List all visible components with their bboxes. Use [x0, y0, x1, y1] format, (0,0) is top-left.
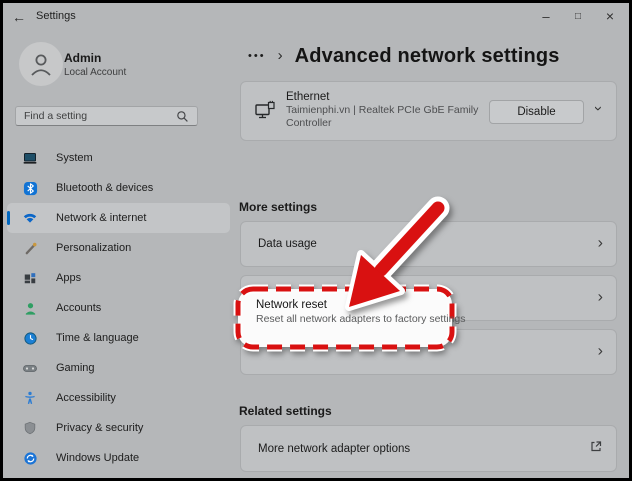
chevron-down-icon[interactable]: ›: [590, 106, 607, 111]
breadcrumb-ellipsis-button[interactable]: •••: [248, 50, 266, 62]
wifi-icon: [22, 210, 38, 226]
minimize-button[interactable]: –: [530, 4, 562, 28]
sidebar-item-accessibility[interactable]: Accessibility: [7, 383, 230, 413]
settings-window: ← Settings – □ × Admin Local Account Fin…: [0, 0, 632, 481]
network-reset-label: Network reset: [256, 299, 327, 311]
sidebar-item-apps[interactable]: Apps: [7, 263, 230, 293]
apps-grid-icon: [22, 270, 38, 286]
sidebar-item-privacy-security[interactable]: Privacy & security: [7, 413, 230, 443]
avatar[interactable]: [19, 42, 63, 86]
sidebar-item-windows-update[interactable]: Windows Update: [7, 443, 230, 473]
sidebar-item-accounts[interactable]: Accounts: [7, 293, 230, 323]
window-controls: – □ ×: [530, 4, 626, 28]
ethernet-title: Ethernet: [286, 91, 330, 103]
chevron-right-icon: ›: [597, 342, 603, 360]
search-placeholder: Find a setting: [24, 110, 88, 122]
sidebar-item-time-language[interactable]: Time & language: [7, 323, 230, 353]
section-heading-related-settings: Related settings: [239, 404, 332, 418]
breadcrumb-separator-icon: ›: [277, 46, 283, 64]
row-data-usage[interactable]: Data usage ›: [240, 221, 617, 267]
page-title: Advanced network settings: [294, 44, 560, 67]
gamepad-icon: [22, 360, 38, 376]
main-content: ••• › Advanced network settings Ethernet…: [236, 34, 632, 481]
ethernet-subtitle: Taimienphi.vn | Realtek PCIe GbE Family …: [286, 104, 479, 129]
sidebar: Admin Local Account Find a setting Syste…: [0, 34, 236, 481]
search-input[interactable]: Find a setting: [15, 106, 198, 126]
network-reset-sublabel: Reset all network adapters to factory se…: [256, 313, 466, 325]
window-title: Settings: [36, 10, 76, 22]
sidebar-item-personalization[interactable]: Personalization: [7, 233, 230, 263]
sidebar-item-bluetooth[interactable]: Bluetooth & devices: [7, 173, 230, 203]
shield-icon: [22, 420, 38, 436]
ethernet-adapter-icon: [254, 100, 277, 128]
sidebar-item-gaming[interactable]: Gaming: [7, 353, 230, 383]
section-heading-more-settings: More settings: [239, 200, 318, 214]
clock-icon: [22, 330, 38, 346]
network-reset-highlight-text[interactable]: Network reset Reset all network adapters…: [256, 299, 466, 325]
row-more-network-adapter-options[interactable]: More network adapter options: [240, 425, 617, 472]
back-button[interactable]: ←: [10, 8, 28, 26]
user-name: Admin: [64, 51, 102, 65]
external-link-icon: [589, 439, 603, 458]
breadcrumb: ••• › Advanced network settings: [248, 40, 560, 72]
selected-indicator: [7, 211, 10, 225]
titlebar: ← Settings – □ ×: [0, 0, 632, 34]
system-icon: [22, 150, 38, 166]
brush-icon: [22, 240, 38, 256]
search-icon: [177, 110, 188, 122]
sidebar-item-network-internet[interactable]: Network & internet: [7, 203, 230, 233]
update-icon: [22, 450, 38, 466]
close-button[interactable]: ×: [594, 4, 626, 28]
chevron-right-icon: ›: [597, 234, 603, 252]
ethernet-card: Ethernet Taimienphi.vn | Realtek PCIe Gb…: [240, 81, 617, 141]
chevron-right-icon: ›: [597, 288, 603, 306]
accessibility-icon: [22, 390, 38, 406]
sidebar-item-system[interactable]: System: [7, 143, 230, 173]
bluetooth-icon: [22, 180, 38, 196]
user-avatar-icon: [31, 54, 51, 76]
user-subtitle: Local Account: [64, 67, 127, 78]
disable-button[interactable]: Disable: [489, 100, 584, 124]
person-icon: [22, 300, 38, 316]
maximize-button[interactable]: □: [562, 4, 594, 28]
